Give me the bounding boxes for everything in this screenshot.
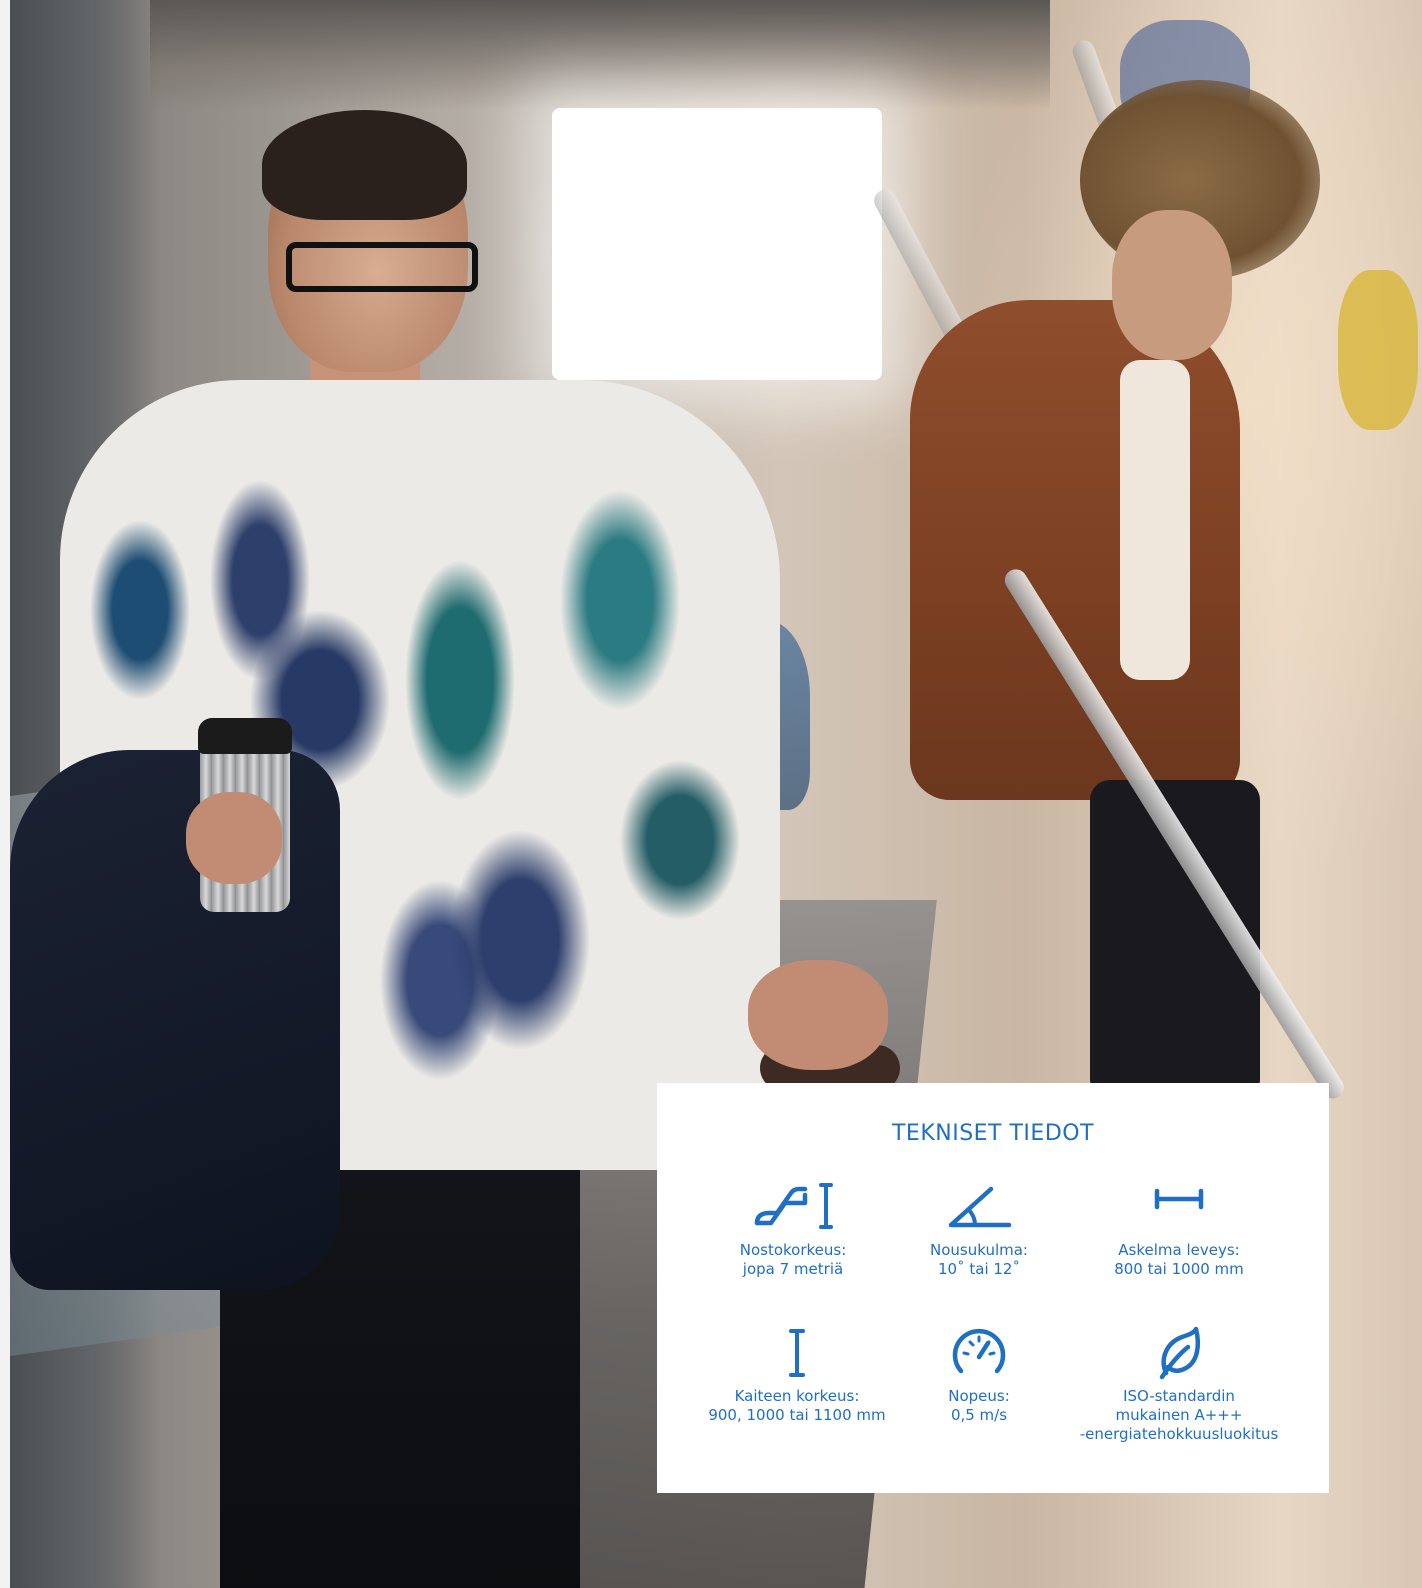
photo-left-edge: [0, 0, 10, 1588]
card-title: TEKNISET TIEDOT: [891, 1121, 1095, 1146]
photo-man-glasses: [286, 242, 478, 292]
speedometer-icon: [867, 1323, 1091, 1385]
spec-value: 800 tai 1000 mm: [1114, 1260, 1244, 1278]
photo-man-jacket: [10, 750, 340, 1290]
photo-light-panel: [552, 108, 882, 380]
spec-label: Nopeus:: [948, 1387, 1010, 1405]
spec-incline: Nousukulma: 10˚ tai 12˚: [867, 1177, 1091, 1279]
spec-speed: Nopeus: 0,5 m/s: [867, 1323, 1091, 1425]
spec-value: 0,5 m/s: [950, 1406, 1008, 1424]
spec-label: ISO-standardin: [1123, 1387, 1235, 1405]
photo-background-person: [1338, 270, 1418, 430]
spec-label: Nousukulma:: [930, 1241, 1028, 1259]
width-icon: [1067, 1177, 1291, 1239]
leaf-icon: [1067, 1323, 1291, 1385]
spec-value: 10˚ tai 12˚: [938, 1260, 1020, 1278]
photo-woman-face: [1112, 210, 1232, 360]
tech-specs-card: TEKNISET TIEDOT Nostokorkeus: jopa 7 met…: [657, 1083, 1329, 1493]
angle-icon: [867, 1177, 1091, 1239]
spec-value: mukainen A+++: [1115, 1406, 1243, 1424]
photo-woman-shirt: [1120, 360, 1190, 680]
photo-man-hand: [748, 960, 888, 1070]
photo-travel-mug-lid: [198, 718, 292, 754]
photo-ceiling: [150, 0, 1050, 110]
spec-label: Askelma leveys:: [1118, 1241, 1240, 1259]
photo-man-hand: [186, 792, 282, 884]
photo-woman-coat: [910, 300, 1240, 800]
spec-value: -energiatehokkuusluokitus: [1079, 1425, 1279, 1443]
spec-energy-class: ISO-standardin mukainen A+++ -energiateh…: [1067, 1323, 1291, 1444]
photo-man-hair: [262, 110, 467, 220]
spec-step-width: Askelma leveys: 800 tai 1000 mm: [1067, 1177, 1291, 1279]
